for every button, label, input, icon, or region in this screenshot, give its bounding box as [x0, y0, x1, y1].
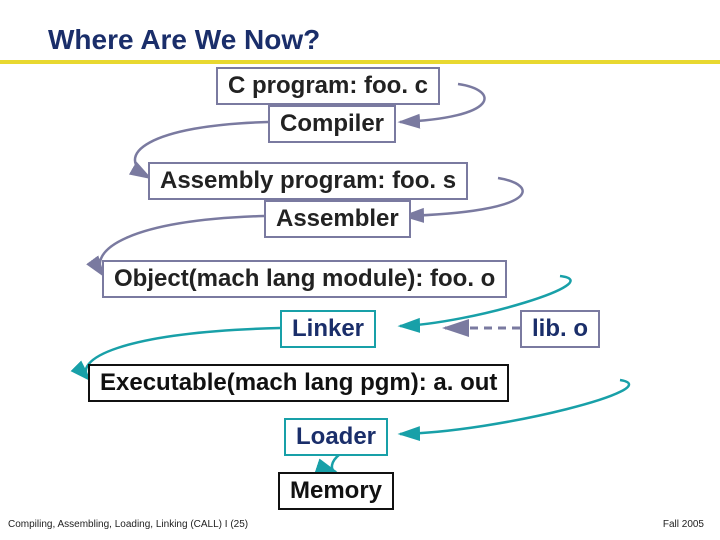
- stage-memory: Memory: [278, 472, 394, 510]
- stage-lib: lib. o: [520, 310, 600, 348]
- stage-linker: Linker: [280, 310, 376, 348]
- stage-object: Object(mach lang module): foo. o: [102, 260, 507, 298]
- stage-compiler: Compiler: [268, 105, 396, 143]
- slide-title: Where Are We Now?: [48, 24, 320, 56]
- footer-left: Compiling, Assembling, Loading, Linking …: [8, 519, 248, 530]
- title-underline: [0, 60, 720, 64]
- stage-loader: Loader: [284, 418, 388, 456]
- stage-executable: Executable(mach lang pgm): a. out: [88, 364, 509, 402]
- stage-c-program: C program: foo. c: [216, 67, 440, 105]
- stage-assembler: Assembler: [264, 200, 411, 238]
- slide: Where Are We Now? C program: foo. c Com: [0, 0, 720, 540]
- footer-right: Fall 2005: [663, 519, 704, 530]
- stage-asm-prog: Assembly program: foo. s: [148, 162, 468, 200]
